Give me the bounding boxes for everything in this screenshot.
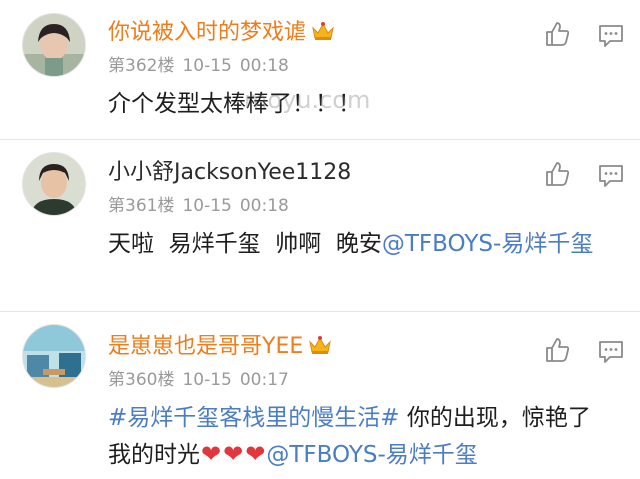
username[interactable]: 你说被入时的梦戏谑 bbox=[108, 20, 336, 46]
heart-emoji: ❤ bbox=[201, 440, 222, 468]
floor-number: 第361楼 bbox=[108, 196, 175, 216]
mention-link[interactable]: @TFBOYS-易烊千玺 bbox=[266, 442, 477, 468]
comment-icon[interactable] bbox=[597, 21, 625, 49]
comment-body: 天啦 易烊千玺 帅啊 晚安 bbox=[108, 231, 382, 257]
comment-text: 天啦 易烊千玺 帅啊 晚安@TFBOYS-易烊千玺 bbox=[108, 226, 608, 262]
username-text[interactable]: 是崽崽也是哥哥YEE bbox=[108, 334, 303, 359]
avatar-image bbox=[23, 14, 85, 76]
comment-date: 10-15 bbox=[182, 196, 232, 216]
comment-time: 00:18 bbox=[239, 56, 289, 76]
hashtag-link[interactable]: #易烊千玺客栈里的慢生活# bbox=[108, 405, 400, 431]
comment-item: 是崽崽也是哥哥YEE 第360楼 10-15 00:17 #易烊千玺客栈里的慢生活#… bbox=[0, 312, 640, 479]
username[interactable]: 小小舒JacksonYee1128 bbox=[108, 160, 351, 186]
comment-time: 00:17 bbox=[239, 370, 289, 390]
thumbs-up-icon[interactable] bbox=[543, 160, 571, 188]
comment-item: 小小舒JacksonYee1128 第361楼 10-15 00:18 天啦 易烊千… bbox=[0, 140, 640, 310]
avatar[interactable] bbox=[22, 13, 86, 77]
thumbs-up-icon[interactable] bbox=[543, 20, 571, 48]
heart-emoji: ❤ bbox=[245, 440, 266, 468]
comment-item: 你说被入时的梦戏谑 第362楼 10-15 00:18 介个发型太棒棒了！！！ bbox=[0, 0, 640, 144]
comment-body: 介个发型太棒棒了！！！ bbox=[108, 91, 361, 117]
avatar[interactable] bbox=[22, 324, 86, 388]
comment-icon[interactable] bbox=[597, 337, 625, 365]
comment-time: 00:18 bbox=[239, 196, 289, 216]
comment-text: #易烊千玺客栈里的慢生活# 你的出现，惊艳了我的时光❤❤❤@TFBOYS-易烊千… bbox=[108, 400, 608, 473]
avatar[interactable] bbox=[22, 152, 86, 216]
comment-icon[interactable] bbox=[597, 161, 625, 189]
avatar-image bbox=[23, 325, 85, 387]
avatar-image bbox=[23, 153, 85, 215]
comment-text: 介个发型太棒棒了！！！ bbox=[108, 86, 608, 122]
comment-meta: 第360楼 10-15 00:17 bbox=[108, 370, 289, 390]
comment-date: 10-15 bbox=[182, 56, 232, 76]
thumbs-up-icon[interactable] bbox=[543, 336, 571, 364]
comment-meta: 第362楼 10-15 00:18 bbox=[108, 56, 289, 76]
username-text[interactable]: 小小舒JacksonYee1128 bbox=[108, 160, 351, 185]
heart-emoji: ❤ bbox=[223, 440, 244, 468]
username[interactable]: 是崽崽也是哥哥YEE bbox=[108, 334, 333, 360]
comment-date: 10-15 bbox=[182, 370, 232, 390]
crown-icon bbox=[312, 22, 334, 40]
username-text[interactable]: 你说被入时的梦戏谑 bbox=[108, 20, 306, 45]
crown-icon bbox=[309, 336, 332, 354]
comment-meta: 第361楼 10-15 00:18 bbox=[108, 196, 289, 216]
floor-number: 第362楼 bbox=[108, 56, 175, 76]
mention-link[interactable]: @TFBOYS-易烊千玺 bbox=[382, 231, 593, 257]
floor-number: 第360楼 bbox=[108, 370, 175, 390]
